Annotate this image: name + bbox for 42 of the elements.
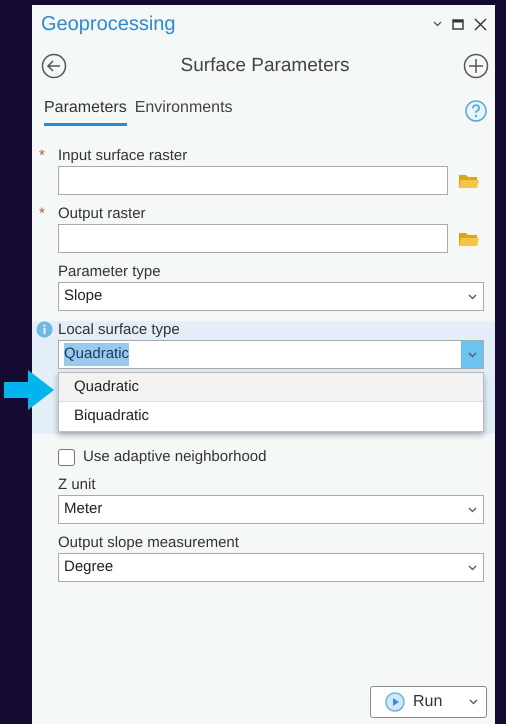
field-label: Parameter type: [58, 262, 161, 282]
chevron-down-icon: [468, 294, 476, 300]
dropdown-field[interactable]: Slope: [58, 282, 484, 311]
dropdown-option[interactable]: Quadratic: [59, 373, 483, 402]
help-icon[interactable]: [465, 100, 487, 122]
field-label: Output slope measurement: [58, 532, 239, 553]
chevron-down-icon: [468, 564, 476, 570]
dropdown-option[interactable]: Biquadratic: [59, 402, 483, 431]
required-asterisk: *: [39, 148, 45, 163]
dropdown-value: Degree: [64, 557, 114, 578]
maximize-icon[interactable]: [452, 18, 464, 30]
folder-icon[interactable]: [458, 230, 480, 246]
dropdown-field[interactable]: Quadratic: [58, 340, 484, 369]
field-label: Output raster: [58, 204, 146, 224]
play-icon: [385, 692, 405, 712]
folder-icon[interactable]: [458, 172, 480, 188]
pane-title: Geoprocessing: [41, 12, 176, 37]
required-asterisk: *: [39, 206, 45, 221]
field-label: Input surface raster: [58, 146, 188, 166]
dropdown-value: Slope: [64, 286, 102, 306]
path-input-field[interactable]: [58, 166, 448, 195]
close-icon[interactable]: [474, 18, 487, 30]
dropdown-value: Quadratic: [64, 343, 130, 366]
chevron-down-icon: [469, 699, 478, 705]
field-label: Z unit: [58, 474, 96, 495]
chevron-down-icon: [468, 506, 476, 512]
dropdown-field[interactable]: Degree: [58, 553, 484, 582]
run-button[interactable]: Run: [370, 686, 487, 718]
tool-title: Surface Parameters: [180, 54, 350, 78]
dropdown-field[interactable]: Meter: [58, 495, 484, 524]
info-icon[interactable]: [36, 321, 53, 338]
add-icon[interactable]: [463, 53, 489, 79]
pointer-arrow-icon: [4, 370, 56, 410]
checkbox[interactable]: [58, 448, 75, 466]
dropdown-value: Meter: [64, 499, 102, 520]
chevron-down-icon: [433, 21, 442, 27]
path-input-field[interactable]: [58, 224, 448, 253]
chevron-down-icon: [468, 352, 476, 358]
tab[interactable]: Environments: [134, 96, 233, 126]
tab[interactable]: Parameters: [44, 96, 127, 126]
field-label: Local surface type: [58, 320, 180, 340]
checkbox-label: Use adaptive neighborhood: [83, 446, 266, 467]
